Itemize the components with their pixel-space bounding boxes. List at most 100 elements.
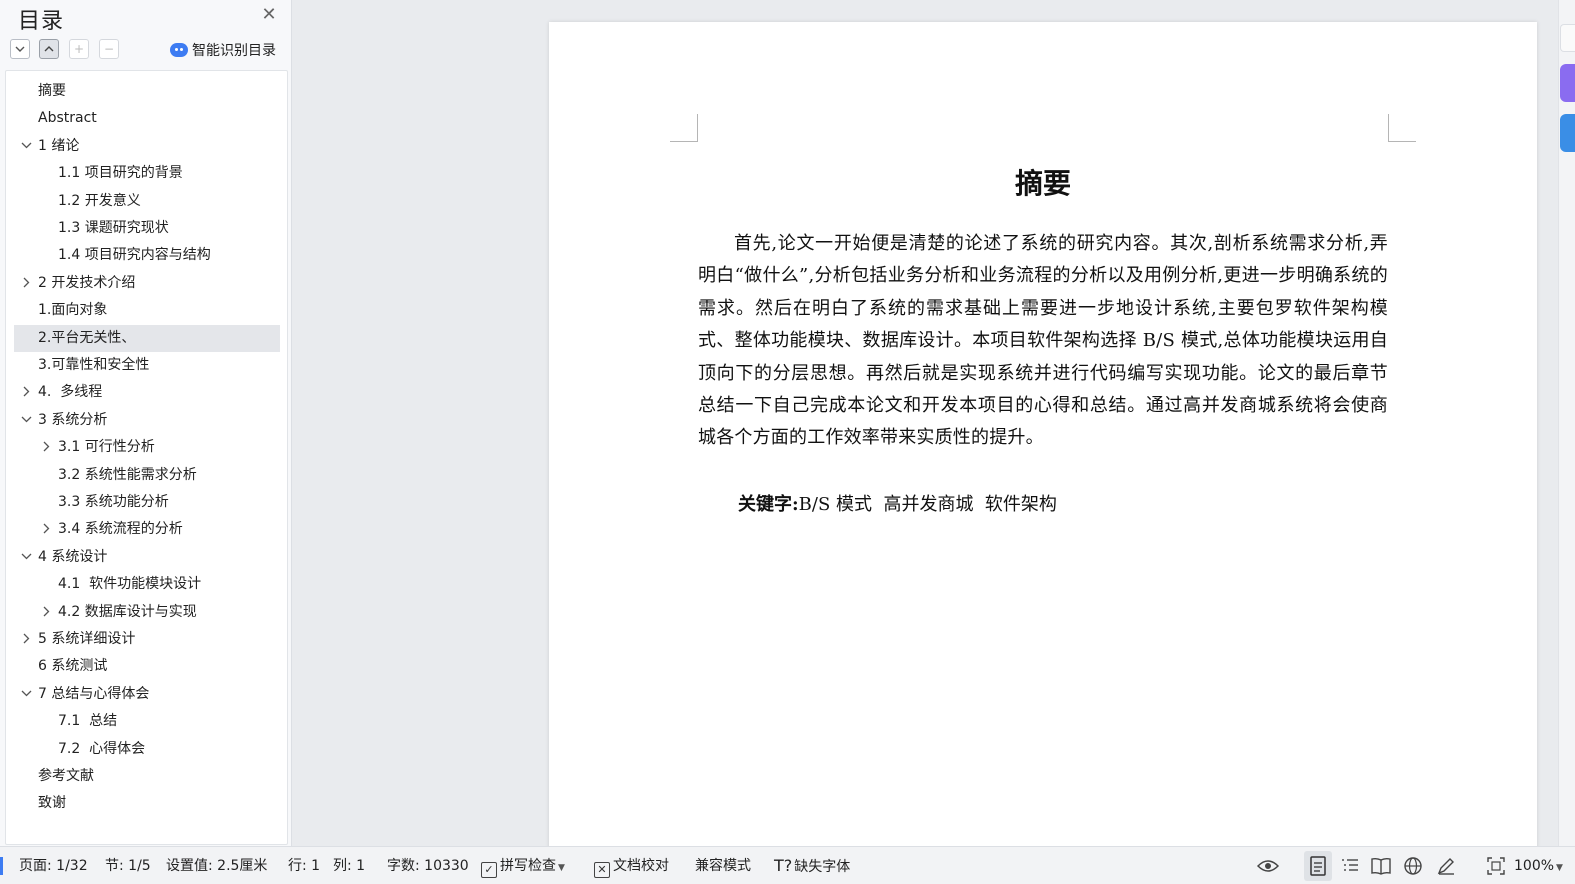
toc-item[interactable]: 7.2 心得体会 [14, 736, 280, 763]
row-indicator: 行: 1 [288, 858, 321, 874]
chevron-right-icon[interactable] [39, 599, 53, 626]
chevron-down-icon[interactable] [19, 133, 33, 160]
web-layout-icon[interactable] [1399, 851, 1427, 881]
toc-item-label: 4 系统设计 [38, 548, 108, 565]
chevron-right-icon[interactable] [39, 516, 53, 543]
chevron-down-icon[interactable] [19, 681, 33, 708]
expand-all-icon[interactable] [10, 39, 30, 59]
toc-item-label: 1.面向对象 [38, 302, 108, 319]
toc-item[interactable]: 1.面向对象 [14, 297, 280, 324]
section-count[interactable]: 节: 1/5 [105, 855, 151, 877]
spellcheck-button[interactable]: ✓ 拼写检查 ▼ [481, 855, 565, 878]
document-heading: 摘要 [1014, 167, 1071, 200]
toc-item[interactable]: 7 总结与心得体会 [14, 681, 280, 708]
toc-item-label: 2.平台无关性、 [38, 329, 136, 346]
toc-item[interactable]: 摘要 [14, 78, 280, 105]
chevron-right-icon[interactable] [19, 270, 33, 297]
toc-item-label: Abstract [38, 110, 97, 127]
toc-item-label: 7.1 总结 [58, 713, 118, 730]
toc-item[interactable]: 5 系统详细设计 [14, 626, 280, 653]
outline-view-icon[interactable] [1336, 851, 1364, 881]
toc-item-label: 3 系统分析 [38, 411, 108, 428]
toc-item-label: 参考文献 [38, 768, 94, 784]
proofread-button[interactable]: ✕ 文档校对 [594, 855, 669, 878]
toc-item[interactable]: 参考文献 [14, 763, 280, 790]
chevron-down-icon: ▼ [558, 863, 565, 873]
chevron-right-icon[interactable] [19, 626, 33, 653]
toc-item[interactable]: 3.可靠性和安全性 [14, 352, 280, 379]
zoom-level[interactable]: 100% ▼ [1514, 855, 1563, 877]
toc-item[interactable]: 1.4 项目研究内容与结构 [14, 242, 280, 269]
toc-item-label: 7.2 心得体会 [58, 740, 146, 757]
document-page[interactable]: 摘要 首先,论文一开始便是清楚的论述了系统的研究内容。其次,剖析系统需求分析,弄… [549, 22, 1537, 852]
chevron-down-icon[interactable] [19, 544, 33, 571]
spellcheck-icon: ✓ [481, 862, 497, 878]
toc-item[interactable]: 1.1 项目研究的背景 [14, 160, 280, 187]
ai-chat-icon [170, 43, 188, 57]
toc-item-label: 5 系统详细设计 [38, 631, 136, 647]
toc-item-label: 4. 多线程 [38, 384, 103, 401]
remove-heading-icon[interactable]: − [99, 39, 119, 59]
toc-item[interactable]: 7.1 总结 [14, 708, 280, 735]
toc-item[interactable]: 4.1 软件功能模块设计 [14, 571, 280, 598]
toc-item-label: 1.2 开发意义 [58, 192, 141, 209]
toc-item[interactable]: 3.4 系统流程的分析 [14, 516, 280, 543]
pen-icon[interactable] [1432, 851, 1460, 881]
missing-font-label: 缺失字体 [794, 859, 851, 875]
toc-item[interactable]: 2.平台无关性、 [14, 324, 280, 352]
toc-item[interactable]: Abstract [14, 105, 280, 132]
toc-item[interactable]: 3.3 系统功能分析 [14, 489, 280, 516]
page-view-icon[interactable] [1304, 851, 1332, 881]
toc-item[interactable]: 1.2 开发意义 [14, 188, 280, 215]
document-area[interactable]: 摘要 首先,论文一开始便是清楚的论述了系统的研究内容。其次,剖析系统需求分析,弄… [293, 0, 1558, 852]
toc-item-label: 2 开发技术介绍 [38, 274, 136, 291]
chevron-right-icon[interactable] [39, 434, 53, 461]
toc-item[interactable]: 2 开发技术介绍 [14, 270, 280, 297]
status-indicator [0, 857, 3, 875]
toc-item[interactable]: 3.1 可行性分析 [14, 434, 280, 461]
toc-item[interactable]: 1 绪论 [14, 133, 280, 160]
eye-protection-icon[interactable] [1254, 851, 1282, 881]
toc-item-label: 7 总结与心得体会 [38, 685, 150, 702]
toc-item[interactable]: 1.3 课题研究现状 [14, 215, 280, 242]
keywords-line: 关键字:B/S 模式 高并发商城 软件架构 [738, 490, 1388, 520]
toc-item-label: 4.2 数据库设计与实现 [58, 603, 197, 620]
toc-item[interactable]: 4. 多线程 [14, 379, 280, 406]
toc-item[interactable]: 致谢 [14, 790, 280, 817]
toc-item-label: 3.1 可行性分析 [58, 439, 155, 456]
spellcheck-label: 拼写检查 [500, 858, 556, 874]
tools-tab[interactable] [1560, 114, 1575, 152]
zoom-label: 100% [1514, 858, 1555, 874]
toc-item-label: 1.3 课题研究现状 [58, 220, 169, 236]
compat-mode-button[interactable]: 兼容模式 [695, 855, 751, 877]
toc-item-label: 致谢 [38, 795, 66, 812]
reading-mode-icon[interactable] [1367, 851, 1395, 881]
fit-page-icon[interactable] [1482, 851, 1510, 881]
column-indicator: 列: 1 [333, 858, 366, 874]
toc-item-label: 4.1 软件功能模块设计 [58, 576, 202, 593]
ai-assistant-tab[interactable] [1560, 64, 1575, 102]
add-heading-icon[interactable]: + [69, 39, 89, 59]
chevron-down-icon[interactable] [19, 407, 33, 434]
crop-mark-top-right [1388, 114, 1416, 142]
proofread-icon: ✕ [594, 862, 610, 878]
chevron-right-icon[interactable] [19, 379, 33, 406]
close-icon[interactable]: ✕ [259, 5, 279, 25]
toc-item-label: 3.2 系统性能需求分析 [58, 466, 197, 483]
toc-item[interactable]: 6 系统测试 [14, 653, 280, 680]
toc-item-label: 1.1 项目研究的背景 [58, 165, 183, 182]
smart-toc-button[interactable]: 智能识别目录 [170, 40, 276, 60]
toc-sidebar: 目录 ✕ + − 智能识别目录 摘要 Abstract 1 绪论 1.1 项目研究的背… [0, 0, 292, 846]
collapse-all-icon[interactable] [39, 39, 59, 59]
toc-item[interactable]: 4.2 数据库设计与实现 [14, 599, 280, 626]
toc-item-label: 6 系统测试 [38, 658, 108, 675]
word-count[interactable]: 字数: 10330 [387, 855, 469, 877]
side-panel-tab[interactable] [1560, 24, 1575, 52]
toc-item[interactable]: 3 系统分析 [14, 407, 280, 434]
page-count[interactable]: 页面: 1/32 [19, 855, 88, 877]
missing-font-button[interactable]: T? 缺失字体 [774, 855, 850, 877]
toc-item-label: 1.4 项目研究内容与结构 [58, 247, 211, 264]
toc-item[interactable]: 4 系统设计 [14, 544, 280, 571]
toc-item[interactable]: 3.2 系统性能需求分析 [14, 462, 280, 489]
setting-value[interactable]: 设置值: 2.5厘米 [166, 855, 267, 877]
